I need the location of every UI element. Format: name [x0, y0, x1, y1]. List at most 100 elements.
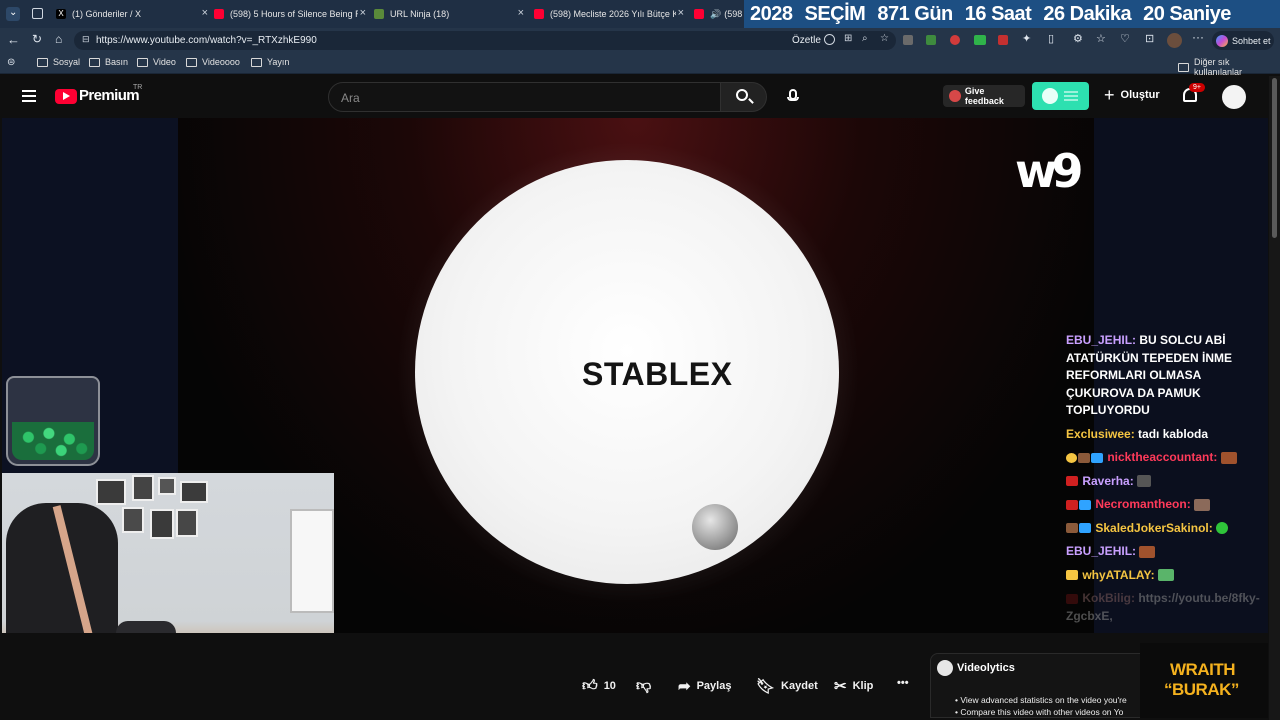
stream-chat-overlay: EBU_JEHIL: BU SOLCU ABİ ATATÜRKÜN TEPEDE…	[1066, 332, 1268, 630]
tab-youtube-meclis[interactable]: (598) Mecliste 2026 Yılı Bütçe Kan ×	[534, 4, 684, 24]
youtube-logo-icon[interactable]	[55, 89, 77, 104]
speaker-icon[interactable]: 🔊	[710, 9, 721, 20]
plus-icon: +	[1104, 85, 1115, 105]
close-tab-icon[interactable]: ×	[357, 7, 366, 19]
create-label: Oluştur	[1120, 89, 1160, 101]
tab-title: (598) Mecliste 2026 Yılı Bütçe Kan	[550, 9, 678, 19]
tab-x[interactable]: X (1) Gönderiler / X ×	[56, 4, 208, 24]
address-bar[interactable]: ⊟ https://www.youtube.com/watch?v=_RTXzh…	[74, 31, 896, 50]
countdown-hours: 16 Saat	[964, 2, 1032, 25]
more-options-icon[interactable]: ···	[1192, 30, 1204, 44]
tab-url-ninja[interactable]: URL Ninja (18) ×	[374, 4, 524, 24]
share-label: Paylaş	[696, 680, 732, 692]
chat-username: nicktheaccountant:	[1107, 450, 1218, 464]
bookmark-folder-yayin[interactable]: Yayın	[251, 57, 289, 67]
search-input[interactable]: Ara	[328, 82, 721, 112]
profile-avatar[interactable]	[1167, 33, 1182, 48]
close-tab-icon[interactable]: ×	[675, 7, 684, 19]
video-player[interactable]: STABLEX w9 burak sakinol EBU_JEHIL: BU S…	[2, 118, 1268, 633]
zoom-icon[interactable]: ⌕	[862, 33, 868, 44]
bookmark-icon: 🔖︎	[756, 678, 776, 695]
bookmark-label: Sosyal	[53, 57, 81, 67]
page-scrollbar[interactable]	[1269, 76, 1280, 720]
split-screen-icon[interactable]: ▯	[1048, 32, 1054, 45]
bookmark-folder-videoooo[interactable]: Videoooo	[186, 57, 240, 67]
back-arrow-icon[interactable]: ←	[7, 32, 20, 47]
summarize-button[interactable]: Özetle	[792, 35, 821, 46]
tab-title: URL Ninja (18)	[390, 9, 450, 19]
scissors-icon: ✂	[834, 678, 847, 695]
region-code: TR	[133, 84, 143, 91]
person-arm	[52, 505, 112, 633]
account-avatar[interactable]	[1222, 85, 1246, 109]
wall-frame	[180, 481, 208, 503]
emote-icon	[1139, 545, 1156, 558]
countdown-seconds: 20 Saniye	[1143, 2, 1231, 25]
more-actions-button[interactable]: •••	[897, 677, 909, 689]
close-tab-icon[interactable]: ×	[518, 7, 524, 19]
give-feedback-button[interactable]: Give feedback	[943, 85, 1025, 107]
screenshot-icon[interactable]: ⊡	[1145, 32, 1154, 45]
dislike-button[interactable]: 👎︎	[636, 677, 651, 695]
chat-username: Exclusiwee:	[1066, 426, 1135, 441]
bookmark-folder-sosyal[interactable]: Sosyal	[37, 57, 80, 67]
reading-view-icon[interactable]: ⊜	[7, 57, 15, 68]
chat-message: EBU_JEHIL:	[1066, 543, 1268, 561]
extension-icon[interactable]	[998, 35, 1008, 45]
clip-button[interactable]: ✂ Klip	[834, 677, 873, 695]
tab-youtube-silence[interactable]: (598) 5 Hours of Silence Being Ran ×	[214, 4, 366, 24]
bookmark-folder-video[interactable]: Video	[137, 57, 176, 67]
extension-icon[interactable]	[950, 35, 960, 45]
workspaces-icon[interactable]	[32, 8, 43, 19]
folder-icon	[37, 57, 48, 67]
extensions-puzzle-icon[interactable]: ✦	[1022, 32, 1031, 45]
save-button[interactable]: 🔖︎ Kaydet	[756, 677, 818, 695]
copilot-icon[interactable]	[824, 34, 835, 45]
favorite-star-icon[interactable]: ☆	[880, 33, 889, 44]
bag	[116, 621, 176, 633]
bookmark-label: Yayın	[267, 57, 290, 67]
refresh-icon[interactable]: ↻	[32, 32, 42, 46]
notifications-button[interactable]: 9+	[1183, 83, 1205, 102]
page-info-icon[interactable]: ⊟	[82, 34, 90, 45]
menu-hamburger-icon[interactable]	[22, 90, 36, 102]
share-icon: ➦	[678, 678, 691, 695]
countdown-days: 871 Gün	[877, 2, 953, 25]
favorites-icon[interactable]: ☆	[1096, 32, 1106, 45]
extension-icon[interactable]	[926, 35, 936, 45]
extension-icon[interactable]	[903, 35, 913, 45]
w9-logo-text: w9	[1015, 144, 1083, 198]
share-button[interactable]: ➦ Paylaş	[678, 677, 731, 695]
extension-icon[interactable]	[974, 35, 986, 45]
sphere-text: STABLEX	[582, 356, 733, 392]
search-button[interactable]	[721, 82, 767, 112]
small-grey-ball	[692, 504, 738, 550]
other-favorites-folder[interactable]: Diğer sık kullanılanlar	[1178, 57, 1280, 77]
scrollbar-thumb[interactable]	[1272, 78, 1277, 238]
voice-search-icon[interactable]	[787, 89, 799, 101]
like-button[interactable]: 👍︎ 10	[582, 677, 616, 695]
chat-username: Raverha:	[1082, 473, 1134, 488]
settings-icon[interactable]: ⚙	[1073, 32, 1083, 45]
feedback-label: Give feedback	[964, 86, 1004, 106]
copilot-logo-icon	[1216, 34, 1228, 47]
save-label: Kaydet	[781, 680, 818, 692]
bookmark-folder-basin[interactable]: Basın	[89, 57, 128, 67]
close-tab-icon[interactable]: ×	[202, 7, 208, 19]
folder-icon	[251, 57, 262, 67]
home-icon[interactable]: ⌂	[55, 32, 62, 46]
youtube-icon	[214, 9, 224, 19]
gaming-chair: burak sakinol	[6, 503, 118, 633]
apps-icon[interactable]: ⊞	[844, 33, 852, 44]
youtube-premium-logo[interactable]: Premium	[79, 87, 140, 104]
toggle-knob-icon	[1042, 88, 1058, 104]
emote-icon	[1194, 498, 1211, 511]
extension-toggle-button[interactable]	[1032, 82, 1089, 110]
election-countdown-banner: 2028 SEÇİM 871 Gün 16 Saat 26 Dakika 20 …	[744, 0, 1280, 28]
create-button[interactable]: + Oluştur	[1104, 85, 1160, 105]
copilot-chat-button[interactable]: Sohbet et	[1212, 31, 1274, 50]
tab-list-button[interactable]: ⌄	[6, 7, 20, 21]
tab-youtube-active[interactable]: 🔊 (598	[694, 4, 744, 24]
browser-essentials-icon[interactable]: ♡	[1120, 32, 1130, 45]
chat-text: tadı kabloda	[1134, 426, 1209, 441]
